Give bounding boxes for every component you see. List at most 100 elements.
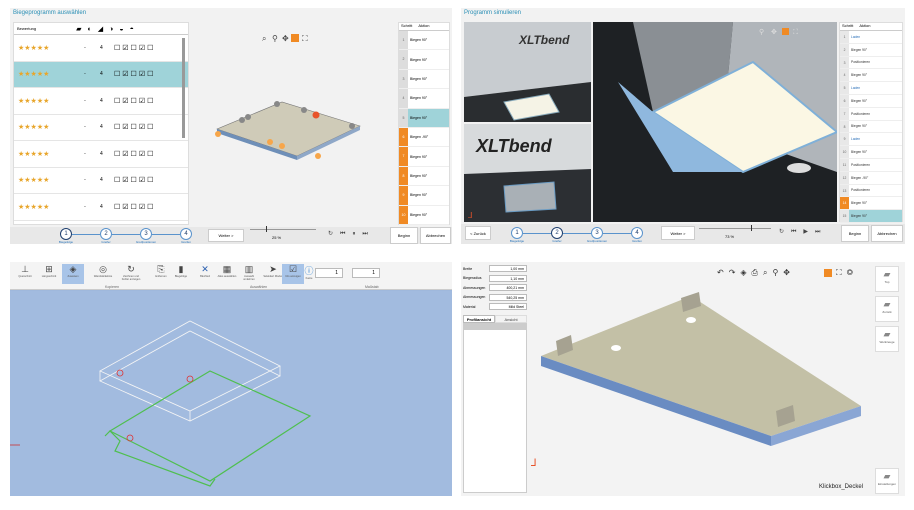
side-button[interactable]: ▰ Zurück	[875, 296, 899, 322]
row-checkboxes[interactable]: ☐☑☐☑☐	[114, 176, 155, 184]
sim-view-bottom-left[interactable]: XLTbend ⅃	[464, 124, 591, 222]
step-list-item[interactable]: 3 Biegen 90°	[399, 69, 449, 90]
ribbon-tool[interactable]: ▦ Alles auswählen	[216, 264, 238, 284]
step-list-item[interactable]: 8 Biegen 90°	[840, 120, 902, 134]
fullscreen-icon[interactable]: ⛶	[793, 28, 798, 36]
property-value[interactable]: 1,00 mm	[489, 265, 527, 273]
tab-ansicht[interactable]: Ansicht	[495, 315, 527, 323]
step-list-item[interactable]: 6 Biegen -90°	[399, 127, 449, 148]
view-toolbar[interactable]: ⌕ ⚲ ✥ ⛶	[262, 34, 308, 43]
row-checkboxes[interactable]: ☐☑☐☑☐	[114, 97, 155, 105]
step-list-item[interactable]: 13 Positionieren	[840, 184, 902, 198]
weiter-button[interactable]: Weiter >	[208, 229, 244, 242]
table-row[interactable]: ★★★★★ - 4 ☐☑☐☑☐	[14, 88, 188, 115]
property-value[interactable]: 1,10 mm	[489, 274, 527, 282]
table-row[interactable]: ★★★★★ - 4 ☐☑☐☑☐	[14, 61, 188, 88]
rotate-icon[interactable]	[782, 28, 789, 35]
ribbon-tool[interactable]: ⎘ Entfernen	[150, 264, 172, 284]
ribbon-tool[interactable]: ✕ Blechteil	[194, 264, 216, 284]
zoom-icon[interactable]: ⚲	[759, 28, 764, 36]
step-circle[interactable]: 4	[631, 227, 643, 239]
part-preview[interactable]: ⌕ ⚲ ✥ ⛶	[192, 22, 394, 222]
side-button[interactable]: ▰ Werkzeuge	[875, 326, 899, 352]
row-checkboxes[interactable]: ☐☑☐☑☐	[114, 44, 155, 52]
table-row[interactable]: ★★★★★ - 4 ☐☑☐☑☐	[14, 35, 188, 62]
selected-row[interactable]	[464, 324, 526, 330]
row-checkboxes[interactable]: ☐☑☐☑☐	[114, 150, 155, 158]
table-row[interactable]: ★★★★★ - 4 ☐☑☐☑☐	[14, 168, 188, 194]
ribbon-tool[interactable]: ➤ Selektiert Modus	[262, 264, 284, 284]
step-circle[interactable]: 3	[140, 228, 152, 240]
ribbon-tool[interactable]: ▥ Auswahl umkehren	[238, 264, 260, 284]
step-list-item[interactable]: 3 Positionieren	[840, 56, 902, 70]
step-list-item[interactable]: 4 Biegen 90°	[840, 69, 902, 83]
step-list-item[interactable]: 8 Biegen 90°	[399, 166, 449, 187]
weiter-button[interactable]: Weiter >	[661, 226, 695, 240]
rotate-icon[interactable]	[291, 34, 299, 42]
beginn-button[interactable]: Beginn	[390, 227, 418, 244]
part-3d-view[interactable]: ⅃	[531, 286, 861, 486]
progress-handle[interactable]	[266, 226, 267, 232]
step-list-item[interactable]: 10 Biegen 90°	[399, 205, 449, 225]
side-button[interactable]: ▰ Top	[875, 266, 899, 292]
table-row[interactable]: ★★★★★ - 4 ☐☑☐☑☐	[14, 141, 188, 168]
number-input-2[interactable]: 1	[352, 268, 380, 278]
ribbon-tool[interactable]: ⊞ Längsschnitt	[38, 264, 60, 284]
property-value[interactable]: 540,25 mm	[489, 293, 527, 301]
progress-bar[interactable]	[250, 226, 316, 232]
step-circle[interactable]: 3	[591, 227, 603, 239]
beginn-button[interactable]: Beginn	[841, 225, 869, 242]
step-list-item[interactable]: 15 Biegen 90°	[840, 210, 902, 223]
abbrechen-button[interactable]: Abbrechen	[420, 227, 451, 244]
progress-bar[interactable]	[699, 225, 771, 231]
ribbon-tool[interactable]: ⊥ Querschnitt	[14, 264, 36, 284]
step-circle[interactable]: 1	[511, 227, 523, 239]
toolbar-more[interactable]: ⛶◎	[836, 268, 858, 278]
step-list-item[interactable]: 2 Biegen 90°	[840, 43, 902, 57]
ribbon-tool[interactable]: ↻ Zeichnen und Fehler anzeigen	[120, 264, 142, 284]
step-list-item[interactable]: 6 Biegen 90°	[840, 94, 902, 108]
step-list-item[interactable]: 7 Biegen 90°	[399, 147, 449, 167]
table-row[interactable]: ★★★★★ - 4 ☐☑☐☑☐	[14, 115, 188, 141]
step-list-item[interactable]: 4 Biegen 90°	[399, 89, 449, 109]
step-circle[interactable]: 2	[551, 227, 563, 239]
sim-view-main[interactable]: ⚲ ✥ ⛶	[593, 22, 837, 222]
step-list-item[interactable]: 9 Laden	[840, 133, 902, 147]
step-list-item[interactable]: 9 Biegen 90°	[399, 186, 449, 206]
number-input-1[interactable]: 1	[315, 268, 343, 278]
table-scrollbar[interactable]	[182, 38, 185, 138]
playback-controls[interactable]: ↻⏮▶⏭	[779, 228, 827, 236]
step-list-item[interactable]: 2 Biegen 90°	[399, 50, 449, 70]
step-list-item[interactable]: 1 Laden	[840, 31, 902, 44]
step-list-item[interactable]: 1 Biegen 90°	[399, 31, 449, 51]
zurueck-button[interactable]: < Zurück	[465, 226, 491, 240]
step-list-item[interactable]: 7 Positionieren	[840, 107, 902, 121]
ribbon-tool[interactable]: ▮ Biegefolge	[170, 264, 192, 284]
row-checkboxes[interactable]: ☐☑☐☑☐	[114, 70, 155, 78]
step-circle[interactable]: 2	[100, 228, 112, 240]
step-circle[interactable]: 4	[180, 228, 192, 240]
cad-viewport[interactable]	[10, 291, 452, 496]
side-button[interactable]: ▰ Einstellungen	[875, 468, 899, 494]
step-list-item[interactable]: 5 Biegen 90°	[399, 108, 449, 128]
property-value[interactable]: 400,21 mm	[489, 284, 527, 292]
step-circle[interactable]: 1	[60, 228, 72, 240]
ribbon-tool[interactable]: ◎ Wandstärkelinie	[92, 264, 114, 284]
step-list-item[interactable]: 14 Biegen 90°	[840, 197, 902, 211]
table-row[interactable]: ★★★★★ - 4 ☐☑☐☑☐	[14, 194, 188, 221]
step-list-item[interactable]: 11 Positionieren	[840, 158, 902, 172]
progress-handle[interactable]	[751, 225, 752, 231]
fullscreen-icon[interactable]: ⛶	[301, 34, 308, 43]
pan-icon[interactable]: ✥	[771, 28, 777, 36]
row-checkboxes[interactable]: ☐☑☐☑☐	[114, 203, 155, 211]
playback-controls[interactable]: ↻⏮⏸⏭	[328, 230, 375, 238]
row-checkboxes[interactable]: ☐☑☐☑☐	[114, 123, 155, 131]
zoom-fit-icon[interactable]: ⌕	[262, 34, 266, 43]
rotate-active-icon[interactable]	[824, 269, 832, 277]
sim-view-top-left[interactable]: XLTbend	[464, 22, 591, 122]
ribbon-tool[interactable]: ◈ Zuweisen	[62, 264, 84, 284]
zoom-icon[interactable]: ⚲	[272, 34, 278, 43]
step-list-item[interactable]: 12 Biegen -90°	[840, 171, 902, 185]
property-value[interactable]: Mild Steel	[489, 303, 527, 311]
pan-icon[interactable]: ✥	[282, 34, 289, 43]
